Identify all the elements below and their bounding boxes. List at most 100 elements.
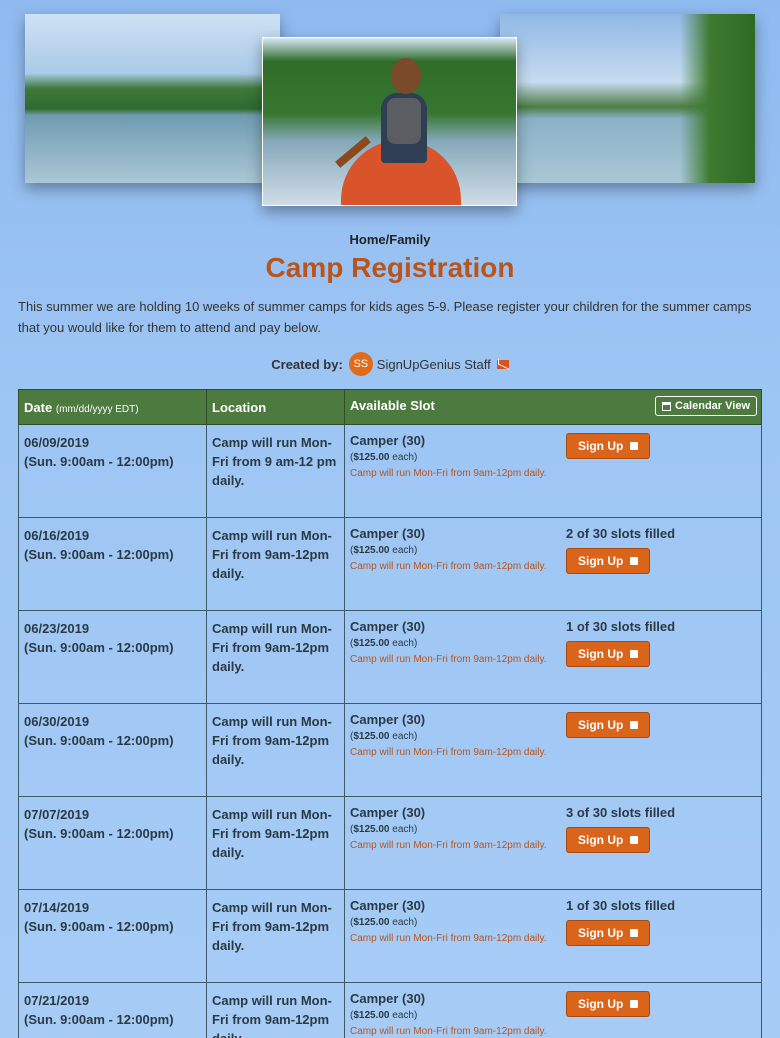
table-row: 06/09/2019 (Sun. 9:00am - 12:00pm) Camp wi… <box>18 424 762 518</box>
sign-up-label: Sign Up <box>578 439 624 453</box>
price-suffix: each) <box>392 731 418 742</box>
price-value: $125.00 <box>353 731 390 742</box>
date-cell: 06/16/2019 (Sun. 9:00am - 12:00pm) <box>18 517 207 611</box>
table-row: 06/16/2019 (Sun. 9:00am - 12:00pm) Camp wi… <box>18 517 762 611</box>
slot-note: Camp will run Mon-Fri from 9am-12pm dail… <box>350 468 547 479</box>
slot-location: Camp will run Mon-Fri from 9am-12pm dail… <box>212 993 332 1038</box>
slot-date: 06/30/2019 <box>24 714 90 729</box>
slots-filled: 2 of 30 slots filled <box>566 526 676 541</box>
slot-time: (Sun. 9:00am - 12:00pm) <box>24 1012 174 1027</box>
checkbox-icon <box>630 929 639 937</box>
page-description: This summer we are holding 10 weeks of s… <box>18 299 752 335</box>
location-cell: Camp will run Mon-Fri from 9am-12pm dail… <box>206 889 345 983</box>
location-cell: Camp will run Mon-Fri from 9am-12pm dail… <box>206 517 345 611</box>
sign-up-label: Sign Up <box>578 997 624 1011</box>
table-row: 07/14/2019 (Sun. 9:00am - 12:00pm) Camp wi… <box>18 889 762 983</box>
slot-note: Camp will run Mon-Fri from 9am-12pm dail… <box>350 654 547 665</box>
date-cell: 06/09/2019 (Sun. 9:00am - 12:00pm) <box>18 424 207 518</box>
slot-name: Camper (30) <box>350 526 426 541</box>
calendar-view-button[interactable]: Calendar View <box>655 396 757 416</box>
checkbox-icon <box>630 721 639 729</box>
sign-up-button[interactable]: Sign Up <box>566 548 651 574</box>
sign-up-label: Sign Up <box>578 554 624 568</box>
slot-time: (Sun. 9:00am - 12:00pm) <box>24 454 174 469</box>
slot-cell: Camper (30) ($125.00 each) Camp will run M… <box>344 796 762 890</box>
checkbox-icon <box>630 1000 639 1008</box>
price-suffix: each) <box>392 824 418 835</box>
header-date-label: Date <box>24 399 53 415</box>
slot-price: ($125.00 each) <box>350 452 555 463</box>
header-location: Location <box>206 389 345 425</box>
signup-table: Date (mm/dd/yyyy EDT) Location Available… <box>18 389 762 1038</box>
slot-note: Camp will run Mon-Fri from 9am-12pm dail… <box>350 933 547 944</box>
sign-up-label: Sign Up <box>578 718 624 732</box>
checkbox-icon <box>630 650 639 658</box>
slot-note: Camp will run Mon-Fri from 9am-12pm dail… <box>350 1026 547 1037</box>
slot-price: ($125.00 each) <box>350 824 555 835</box>
price-suffix: each) <box>392 638 418 649</box>
header-slot: Available Slot Calendar View <box>344 389 762 425</box>
slot-name: Camper (30) <box>350 991 426 1006</box>
sign-up-button[interactable]: Sign Up <box>566 920 651 946</box>
lake-photo-right <box>500 14 755 183</box>
slot-date: 06/09/2019 <box>24 435 90 450</box>
mail-icon[interactable] <box>496 359 509 369</box>
calendar-icon <box>662 401 671 411</box>
slot-cell: Camper (30) ($125.00 each) Camp will run M… <box>344 517 762 611</box>
slot-note: Camp will run Mon-Fri from 9am-12pm dail… <box>350 747 547 758</box>
slot-price: ($125.00 each) <box>350 917 555 928</box>
lake-photo-left <box>25 14 280 183</box>
date-cell: 07/21/2019 (Sun. 9:00am - 12:00pm) <box>18 982 207 1038</box>
slot-time: (Sun. 9:00am - 12:00pm) <box>24 640 174 655</box>
sign-up-label: Sign Up <box>578 926 624 940</box>
sign-up-button[interactable]: Sign Up <box>566 641 651 667</box>
date-cell: 07/07/2019 (Sun. 9:00am - 12:00pm) <box>18 796 207 890</box>
price-value: $125.00 <box>353 545 390 556</box>
location-cell: Camp will run Mon-Fri from 9am-12pm dail… <box>206 982 345 1038</box>
price-suffix: each) <box>392 1010 418 1021</box>
slot-name: Camper (30) <box>350 619 426 634</box>
calendar-view-label: Calendar View <box>675 400 750 412</box>
slot-note: Camp will run Mon-Fri from 9am-12pm dail… <box>350 561 547 572</box>
creator-name: SignUpGenius Staff <box>376 356 491 372</box>
table-header-row: Date (mm/dd/yyyy EDT) Location Available… <box>18 389 762 425</box>
header-slot-label: Available Slot <box>350 398 435 413</box>
slot-name: Camper (30) <box>350 898 426 913</box>
slot-time: (Sun. 9:00am - 12:00pm) <box>24 826 174 841</box>
header-date: Date (mm/dd/yyyy EDT) <box>18 389 207 425</box>
creator-label: Created by: <box>271 356 343 372</box>
slot-location: Camp will run Mon-Fri from 9am-12pm dail… <box>212 528 332 581</box>
location-cell: Camp will run Mon-Fri from 9am-12pm dail… <box>206 796 345 890</box>
table-row: 07/21/2019 (Sun. 9:00am - 12:00pm) Camp wi… <box>18 982 762 1038</box>
price-value: $125.00 <box>353 452 390 463</box>
header-banner <box>0 0 780 215</box>
date-cell: 06/30/2019 (Sun. 9:00am - 12:00pm) <box>18 703 207 797</box>
sign-up-button[interactable]: Sign Up <box>566 991 651 1017</box>
canoe-photo-center <box>262 37 517 206</box>
slot-name: Camper (30) <box>350 712 426 727</box>
slot-price: ($125.00 each) <box>350 545 555 556</box>
slots-filled: 1 of 30 slots filled <box>566 619 676 634</box>
slot-cell: Camper (30) ($125.00 each) Camp will run M… <box>344 889 762 983</box>
sign-up-button[interactable]: Sign Up <box>566 827 651 853</box>
slots-filled: 3 of 30 slots filled <box>566 805 676 820</box>
sign-up-label: Sign Up <box>578 833 624 847</box>
price-suffix: each) <box>392 545 418 556</box>
slot-time: (Sun. 9:00am - 12:00pm) <box>24 919 174 934</box>
sign-up-button[interactable]: Sign Up <box>566 712 651 738</box>
price-suffix: each) <box>392 452 418 463</box>
slot-name: Camper (30) <box>350 433 426 448</box>
slot-location: Camp will run Mon-Fri from 9am-12pm dail… <box>212 621 332 674</box>
location-cell: Camp will run Mon-Fri from 9am-12pm dail… <box>206 703 345 797</box>
price-value: $125.00 <box>353 917 390 928</box>
checkbox-icon <box>630 836 639 844</box>
location-cell: Camp will run Mon-Fri from 9am-12pm dail… <box>206 610 345 704</box>
slot-name: Camper (30) <box>350 805 426 820</box>
location-cell: Camp will run Mon-Fri from 9 am-12 pm da… <box>206 424 345 518</box>
slot-location: Camp will run Mon-Fri from 9am-12pm dail… <box>212 714 332 767</box>
creator-info: Created by: SS SignUpGenius Staff <box>0 352 780 376</box>
slot-location: Camp will run Mon-Fri from 9am-12pm dail… <box>212 900 332 953</box>
breadcrumb[interactable]: Home/Family <box>0 232 780 247</box>
slot-date: 07/07/2019 <box>24 807 90 822</box>
sign-up-button[interactable]: Sign Up <box>566 433 651 459</box>
